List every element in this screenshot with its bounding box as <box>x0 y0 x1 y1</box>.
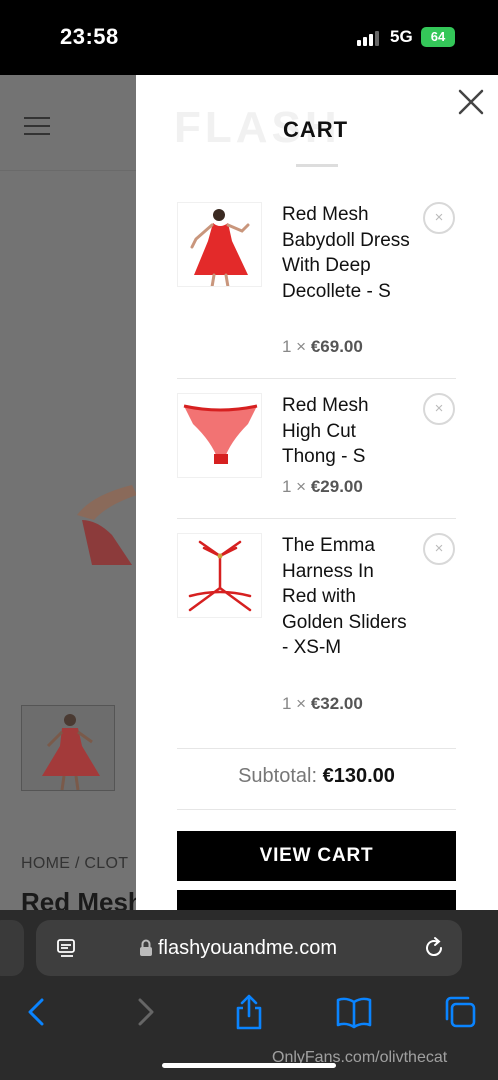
url-text[interactable]: flashyouandme.com <box>158 937 337 960</box>
item-price: 1 × €32.00 <box>282 694 363 714</box>
item-amount: €32.00 <box>310 694 363 713</box>
status-bar: 23:58 5G 64 <box>0 0 498 75</box>
item-image[interactable] <box>177 202 262 287</box>
remove-item-icon[interactable]: × <box>423 533 455 565</box>
cart-item: Red Mesh High Cut Thong - S 1 × €29.00 × <box>177 393 457 503</box>
home-indicator[interactable] <box>162 1063 336 1068</box>
tabs-icon[interactable] <box>440 992 480 1032</box>
item-quantity: 1 × <box>282 477 307 496</box>
subtotal-divider <box>177 748 456 749</box>
lock-icon <box>140 939 152 956</box>
product-image-fragment <box>77 485 137 565</box>
subtotal: Subtotal: €130.00 <box>177 765 456 788</box>
browser-toolbar: flashyouandme.com OnlyFans.com/olivtheca… <box>0 910 498 1080</box>
item-name[interactable]: The Emma Harness In Red with Golden Slid… <box>282 533 412 661</box>
cart-title: CART <box>283 117 349 142</box>
item-amount: €29.00 <box>310 477 363 496</box>
item-divider <box>177 518 456 519</box>
item-quantity: 1 × <box>282 694 307 713</box>
item-divider <box>177 378 456 379</box>
network-type: 5G <box>390 27 413 46</box>
checkout-button[interactable] <box>177 890 456 910</box>
item-price: 1 × €69.00 <box>282 337 363 357</box>
battery-icon: 64 <box>421 27 455 47</box>
signal-icon <box>357 30 381 46</box>
browser-nav-row <box>0 992 498 1032</box>
item-price: 1 × €29.00 <box>282 477 363 497</box>
remove-item-icon[interactable]: × <box>423 393 455 425</box>
item-image[interactable] <box>177 533 262 618</box>
previous-tab[interactable] <box>0 920 24 976</box>
close-icon[interactable] <box>456 87 486 117</box>
buttons-divider <box>177 809 456 810</box>
subtotal-label: Subtotal: <box>238 765 318 787</box>
battery-level: 64 <box>430 29 446 44</box>
reload-icon[interactable] <box>422 936 446 960</box>
view-cart-button[interactable]: VIEW CART <box>177 831 456 881</box>
item-name[interactable]: Red Mesh High Cut Thong - S <box>282 393 412 470</box>
cart-drawer: FLASH CART Red Mesh Babydoll Dress With … <box>136 75 498 910</box>
cart-item: Red Mesh Babydoll Dress With Deep Decoll… <box>177 202 457 362</box>
status-time: 23:58 <box>60 24 119 49</box>
product-thumbnail[interactable] <box>21 705 115 791</box>
back-icon[interactable] <box>16 992 56 1032</box>
remove-item-icon[interactable]: × <box>423 202 455 234</box>
breadcrumb: HOME / CLOT <box>21 855 129 872</box>
item-name[interactable]: Red Mesh Babydoll Dress With Deep Decoll… <box>282 202 412 304</box>
menu-icon[interactable] <box>24 117 50 137</box>
bookmarks-icon[interactable] <box>334 992 374 1032</box>
cart-item: The Emma Harness In Red with Golden Slid… <box>177 533 457 723</box>
page-settings-icon[interactable] <box>56 937 78 959</box>
item-amount: €69.00 <box>310 337 363 356</box>
item-quantity: 1 × <box>282 337 307 356</box>
title-underline <box>296 164 338 167</box>
item-image[interactable] <box>177 393 262 478</box>
subtotal-value: €130.00 <box>322 765 395 787</box>
share-icon[interactable] <box>229 992 269 1032</box>
forward-icon[interactable] <box>126 992 166 1032</box>
